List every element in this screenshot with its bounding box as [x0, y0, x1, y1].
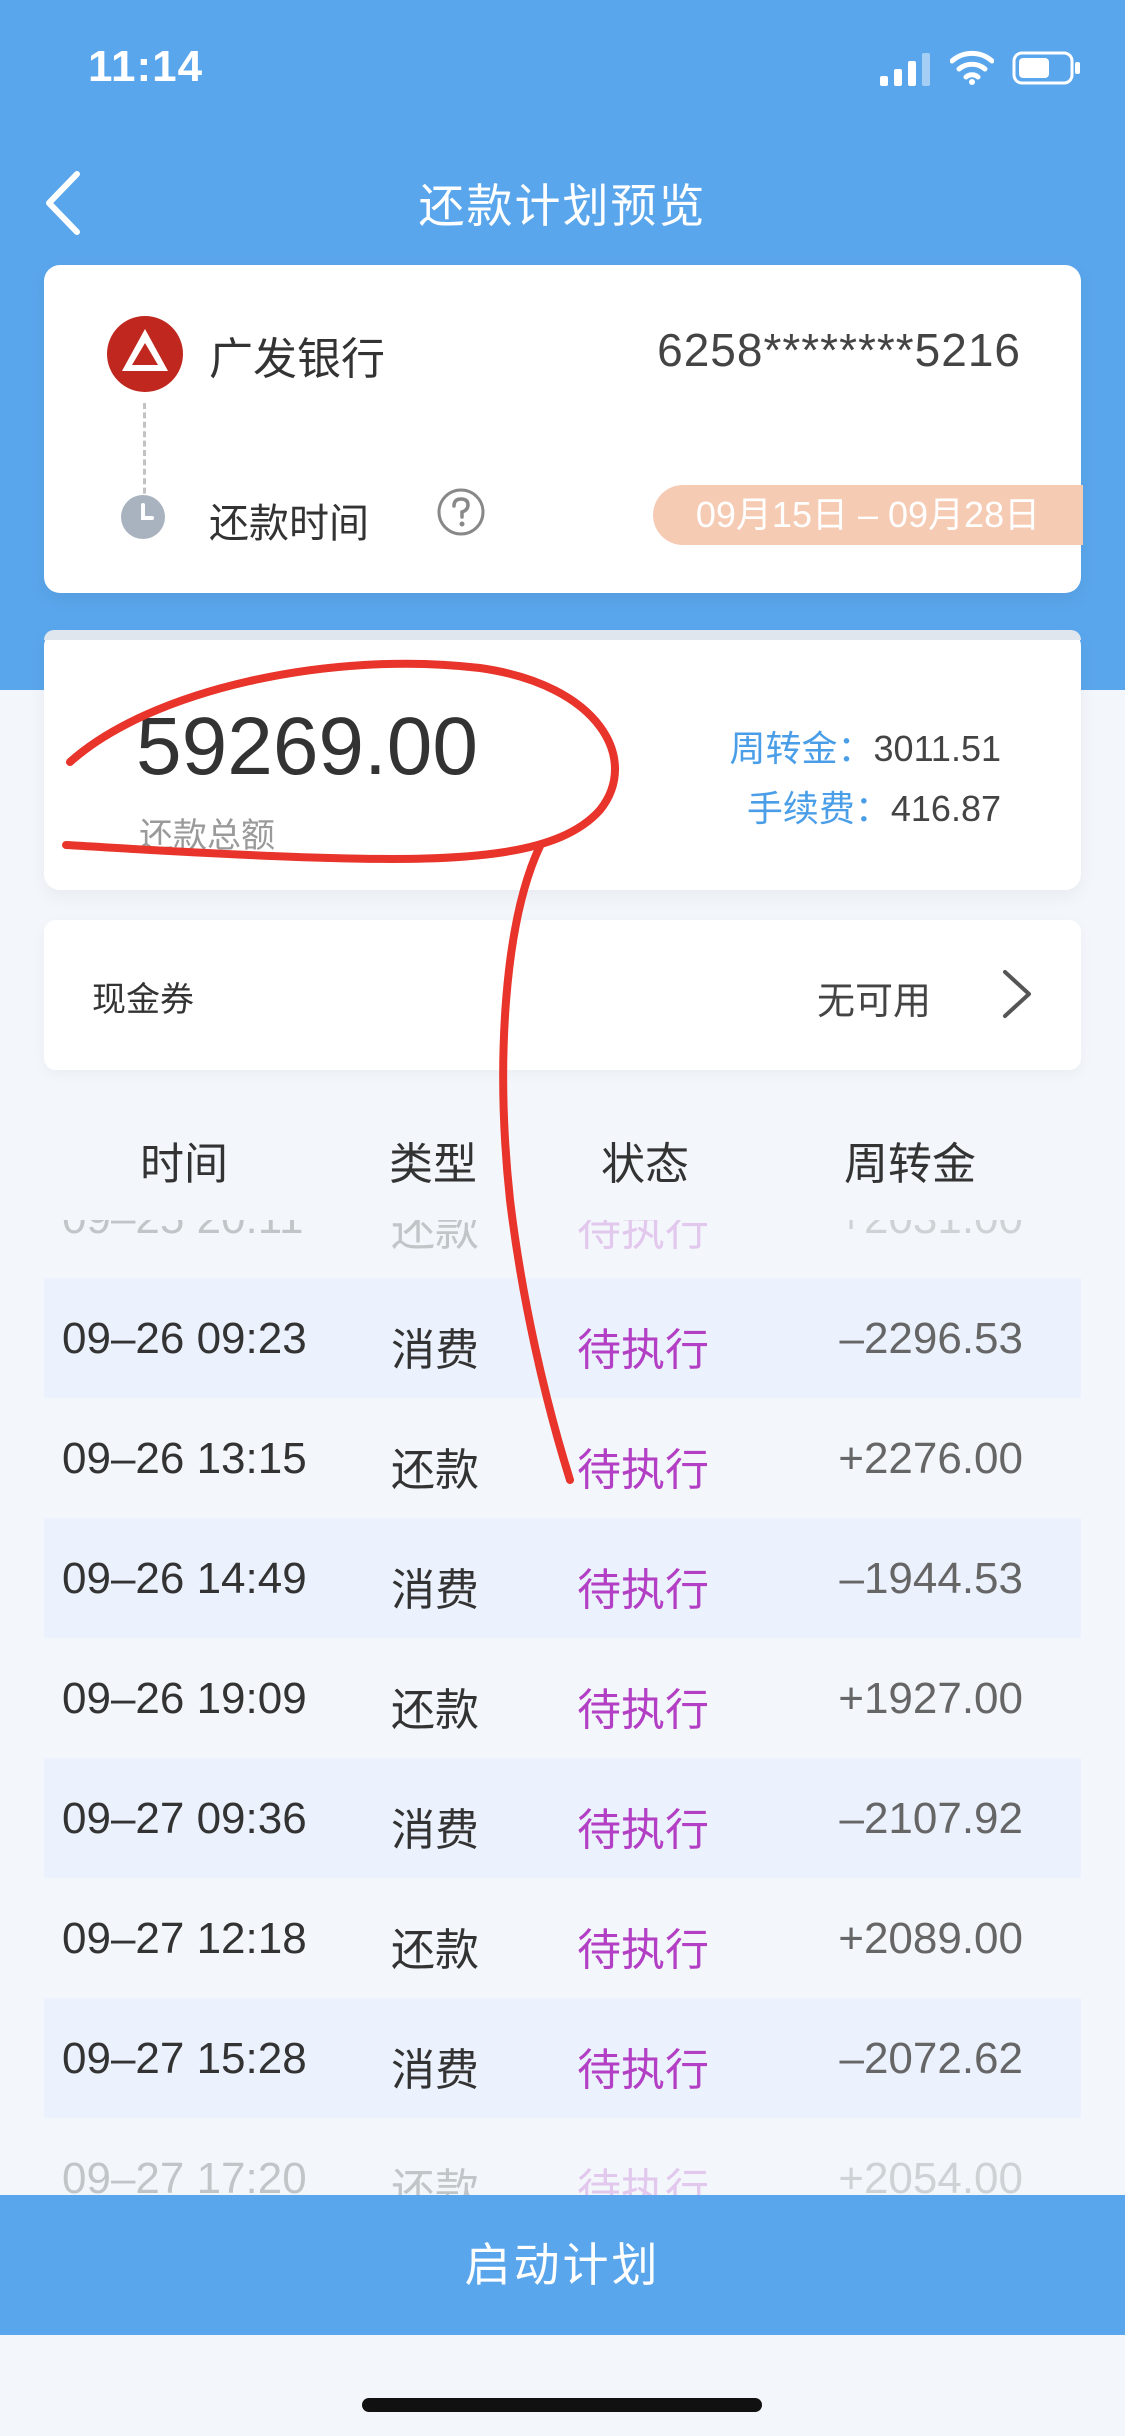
row-status: 待执行 — [577, 1925, 709, 1976]
row-status: 待执行 — [577, 1445, 709, 1496]
revolving-stat: 周转金：3011.51 — [730, 720, 1001, 772]
table-row: 09–27 17:20 还款 待执行 +2054.00 — [44, 2118, 1081, 2200]
fee-value: 416.87 — [890, 788, 1001, 829]
row-time: 09–26 14:49 — [62, 1554, 307, 1603]
row-type: 还款 — [391, 2165, 479, 2200]
row-time: 09–27 12:18 — [62, 1914, 307, 1963]
status-time: 11:14 — [88, 42, 204, 91]
row-status: 待执行 — [577, 2045, 709, 2096]
row-time: 09–26 19:09 — [62, 1674, 307, 1723]
row-status: 待执行 — [577, 1565, 709, 1616]
row-amount: +2276.00 — [838, 1434, 1023, 1483]
row-amount: –2107.92 — [839, 1794, 1023, 1843]
table-header: 时间 类型 状态 周转金 — [44, 1090, 1081, 1220]
row-amount: +1927.00 — [838, 1674, 1023, 1723]
row-type: 消费 — [391, 2045, 479, 2096]
row-amount: +2054.00 — [838, 2154, 1023, 2200]
row-time: 09–27 17:20 — [62, 2154, 307, 2200]
status-bar: 11:14 — [0, 0, 1125, 140]
revolving-value: 3011.51 — [873, 728, 1001, 769]
coupon-label: 现金券 — [92, 980, 194, 1020]
row-type: 消费 — [391, 1565, 479, 1616]
row-amount: –2296.53 — [839, 1314, 1023, 1363]
row-amount: –1944.53 — [839, 1554, 1023, 1603]
table-row: 09–26 13:15 还款 待执行 +2276.00 — [44, 1398, 1081, 1518]
help-icon[interactable] — [436, 487, 486, 537]
home-indicator[interactable] — [362, 2398, 762, 2412]
cellular-signal-icon — [880, 53, 930, 86]
fee-label: 手续费： — [746, 789, 891, 830]
row-time: 09–26 09:23 — [62, 1314, 307, 1363]
timeline-connector — [143, 403, 146, 503]
column-header-time: 时间 — [140, 1139, 228, 1190]
table-row: 09–27 12:18 还款 待执行 +2089.00 — [44, 1878, 1081, 1998]
summary-card: 59269.00 还款总额 周转金：3011.51 手续费：416.87 — [44, 630, 1081, 890]
row-amount: –2072.62 — [839, 2034, 1023, 2083]
row-type: 还款 — [391, 1685, 479, 1736]
table-row: 09–26 14:49 消费 待执行 –1944.53 — [44, 1518, 1081, 1638]
column-header-status: 状态 — [601, 1139, 689, 1190]
navigation-bar: 还款计划预览 — [0, 140, 1125, 260]
table-row: 09–27 09:36 消费 待执行 –2107.92 — [44, 1758, 1081, 1878]
column-header-amount: 周转金 — [844, 1139, 976, 1190]
fee-stat: 手续费：416.87 — [747, 780, 1001, 832]
table-row: 09–26 19:09 还款 待执行 +1927.00 — [44, 1638, 1081, 1758]
row-type: 还款 — [391, 1925, 479, 1976]
row-time: 09–27 15:28 — [62, 2034, 307, 2083]
battery-icon — [1012, 51, 1080, 85]
bank-name: 广发银行 — [209, 334, 385, 385]
start-plan-button[interactable]: 启动计划 — [0, 2195, 1125, 2335]
table-row: 09–27 15:28 消费 待执行 –2072.62 — [44, 1998, 1081, 2118]
column-header-type: 类型 — [389, 1139, 477, 1190]
row-amount: +2089.00 — [838, 1914, 1023, 1963]
row-type: 消费 — [391, 1325, 479, 1376]
schedule-table[interactable]: 09–25 20:11 还款 待执行 +2031.00 09–26 09:23 … — [44, 1170, 1081, 2200]
row-status: 待执行 — [577, 1805, 709, 1856]
revolving-label: 周转金： — [729, 729, 874, 770]
row-status: 待执行 — [577, 1325, 709, 1376]
clock-icon — [121, 495, 165, 539]
total-amount: 59269.00 — [136, 701, 479, 792]
row-status: 待执行 — [577, 2165, 709, 2200]
total-amount-label: 还款总额 — [139, 816, 275, 856]
chevron-right-icon — [1003, 970, 1031, 1018]
page-title: 还款计划预览 — [418, 179, 707, 233]
table-row: 09–26 09:23 消费 待执行 –2296.53 — [44, 1278, 1081, 1398]
repay-time-label: 还款时间 — [209, 501, 369, 547]
row-time: 09–26 13:15 — [62, 1434, 307, 1483]
bank-card: 广发银行 6258********5216 还款时间 09月15日 – 09月2… — [44, 265, 1083, 593]
row-status: 待执行 — [577, 1685, 709, 1736]
coupon-value: 无可用 — [816, 979, 931, 1023]
date-range-badge: 09月15日 – 09月28日 — [653, 485, 1083, 545]
bank-logo-icon — [107, 316, 183, 392]
row-time: 09–27 09:36 — [62, 1794, 307, 1843]
row-type: 消费 — [391, 1805, 479, 1856]
wifi-icon — [950, 50, 994, 85]
card-number: 6258********5216 — [657, 324, 1021, 376]
card-top-strip — [44, 630, 1081, 640]
cash-coupon-row[interactable]: 现金券 无可用 — [44, 920, 1081, 1070]
row-type: 还款 — [391, 1445, 479, 1496]
